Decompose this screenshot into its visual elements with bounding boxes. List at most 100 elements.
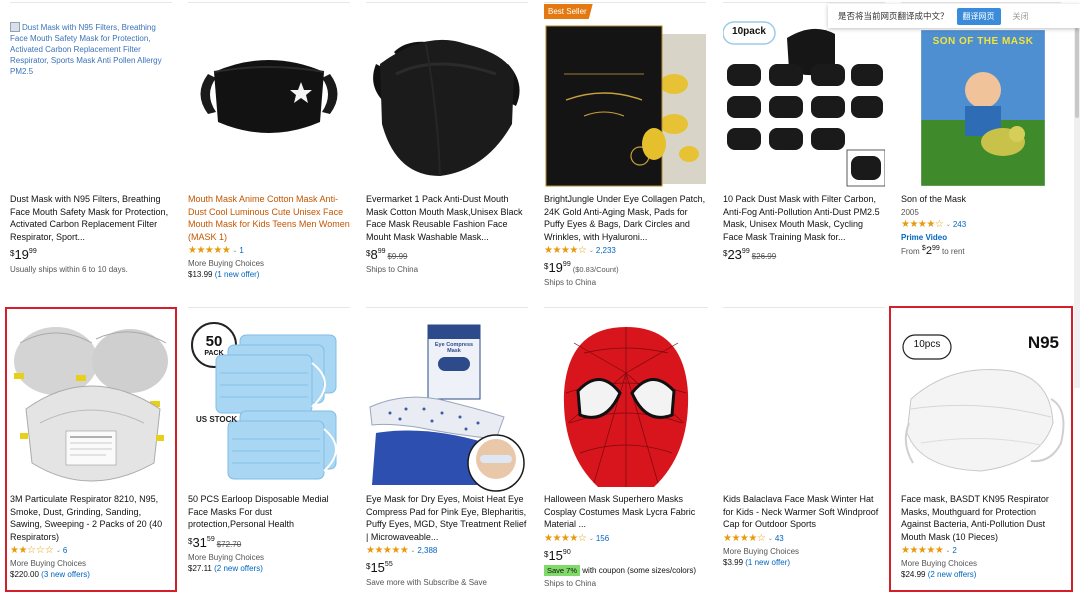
offer-link[interactable]: (2 new offers) xyxy=(214,564,263,573)
product-price: $3159$72.70 xyxy=(188,535,242,550)
chevron-down-icon: ⌄ xyxy=(588,248,594,254)
product-title[interactable]: Eye Mask for Dry Eyes, Moist Heat Eye Co… xyxy=(366,493,528,543)
product-price: $1999($0.83/Count) xyxy=(544,260,619,275)
offer-link[interactable]: (1 new offer) xyxy=(215,270,260,279)
divider xyxy=(10,2,172,3)
prime-video-label[interactable]: Prime Video xyxy=(901,233,1061,242)
divider xyxy=(544,2,706,3)
rating-count[interactable]: 156 xyxy=(596,534,609,543)
shipping-text: Usually ships within 6 to 10 days. xyxy=(10,265,128,274)
us-stock-label: US STOCK xyxy=(196,415,238,424)
product-image[interactable] xyxy=(188,4,350,190)
offer-line: $3.99 (1 new offer) xyxy=(723,558,885,567)
product-card[interactable]: Mouth Mask Anime Cotton Mask Anti-Dust C… xyxy=(188,0,350,300)
product-info: 50 PCS Earloop Disposable Medial Face Ma… xyxy=(188,493,350,573)
product-title[interactable]: Mouth Mask Anime Cotton Mask Anti-Dust C… xyxy=(188,193,350,243)
rating[interactable]: ★★★★★ ⌄ 1 xyxy=(188,245,350,256)
product-image[interactable]: 10pack xyxy=(723,4,885,190)
product-title[interactable]: 50 PCS Earloop Disposable Medial Face Ma… xyxy=(188,493,350,531)
rating[interactable]: ★★★★ ☆ ⌄ 2,233 xyxy=(544,245,706,256)
search-results-grid: Dust Mask with N95 Filters, Breathing Fa… xyxy=(0,0,1080,596)
offer-price: $13.99 xyxy=(188,270,213,279)
son-of-the-mask-poster-image xyxy=(921,30,1045,186)
translate-prompt: 是否将当前网页翻译成中文？ 翻译网页 关闭 xyxy=(828,4,1080,28)
eye-patch-box-image xyxy=(545,25,706,187)
product-image[interactable] xyxy=(366,4,528,190)
product-price: $1999 xyxy=(10,247,37,262)
product-info: Son of the Mask 2005 ★★★★ ☆ ⌄ 243 Prime Vid… xyxy=(901,193,1061,257)
divider xyxy=(723,307,885,308)
rating-count[interactable]: 2,388 xyxy=(417,546,437,555)
translate-button[interactable]: 翻译网页 xyxy=(956,7,1001,25)
product-card[interactable]: SON OF THE MASK Son of the Mask 2005 ★★★… xyxy=(901,0,1061,300)
chevron-down-icon: ⌄ xyxy=(945,221,951,228)
rating-count[interactable]: 1 xyxy=(239,246,243,255)
star-rating-icon: ★★★★★ xyxy=(366,545,409,556)
product-card[interactable]: Best Seller BrightJungle Under Eye Colla… xyxy=(544,0,706,300)
product-title[interactable]: Dust Mask with N95 Filters, Breathing Fa… xyxy=(10,193,172,243)
rating-count[interactable]: 2,233 xyxy=(596,246,616,255)
product-card[interactable]: 50 PACK US STOCK 50 PCS Earloop Disposab… xyxy=(188,305,350,596)
chevron-down-icon: ⌄ xyxy=(588,536,594,542)
product-card[interactable]: Dust Mask with N95 Filters, Breathing Fa… xyxy=(10,0,172,300)
scrollbar-thumb[interactable] xyxy=(1075,28,1079,118)
product-card[interactable]: Eye Compress Mask Eye Mask for Dry Eyes,… xyxy=(366,305,528,596)
product-title[interactable]: Kids Balaclava Face Mask Winter Hat for … xyxy=(723,493,885,531)
page-scrollbar[interactable] xyxy=(1074,28,1080,388)
product-info: Kids Balaclava Face Mask Winter Hat for … xyxy=(723,493,885,567)
black-cloth-mask-image xyxy=(373,39,520,177)
more-buying-choices: More Buying Choices xyxy=(188,553,265,562)
product-card[interactable]: Evermarket 1 Pack Anti-Dust Mouth Mask C… xyxy=(366,0,528,300)
rating-count[interactable]: 243 xyxy=(953,220,966,229)
shipping-text: Ships to China xyxy=(544,579,597,588)
product-image-blank[interactable] xyxy=(723,313,885,493)
product-card[interactable]: Kids Balaclava Face Mask Winter Hat for … xyxy=(723,305,885,596)
product-price: $1590 xyxy=(544,548,571,563)
divider xyxy=(366,2,528,3)
product-image[interactable]: 50 PACK US STOCK xyxy=(188,313,350,493)
product-info: Halloween Mask Superhero Masks Cosplay C… xyxy=(544,493,708,588)
product-title[interactable]: BrightJungle Under Eye Collagen Patch, 2… xyxy=(544,193,706,243)
divider xyxy=(366,307,528,308)
product-title[interactable]: 10 Pack Dust Mask with Filter Carbon, An… xyxy=(723,193,885,243)
rating[interactable]: ★★★★ ☆ ⌄ 43 xyxy=(723,533,885,544)
highlight-box xyxy=(5,307,177,592)
star-rating-icon: ★★★★ xyxy=(544,245,578,256)
close-translate-button[interactable]: 关闭 xyxy=(1013,11,1029,22)
product-image-broken[interactable]: Dust Mask with N95 Filters, Breathing Fa… xyxy=(10,4,172,190)
product-title[interactable]: Halloween Mask Superhero Masks Cosplay C… xyxy=(544,493,708,531)
product-title[interactable]: Evermarket 1 Pack Anti-Dust Mouth Mask C… xyxy=(366,193,528,243)
translate-prompt-text: 是否将当前网页翻译成中文？ xyxy=(838,11,949,21)
offer-price: $3.99 xyxy=(723,558,744,567)
product-image[interactable] xyxy=(544,313,708,493)
eye-compress-mask-image xyxy=(369,324,525,492)
product-price: $899$9.99 xyxy=(366,247,408,262)
divider xyxy=(188,2,350,3)
half-star-icon: ☆ xyxy=(577,245,587,256)
product-card[interactable]: 10pack 10 Pack Dust Mask with Filter Car… xyxy=(723,0,885,300)
offer-line: $13.99 (1 new offer) xyxy=(188,270,350,279)
product-image[interactable]: Eye Compress Mask xyxy=(366,313,528,493)
rating[interactable]: ★★★★★ ⌄ 2,388 xyxy=(366,545,528,556)
results-row-1: Dust Mask with N95 Filters, Breathing Fa… xyxy=(0,0,1080,300)
product-image[interactable]: Best Seller xyxy=(544,4,706,190)
product-info: BrightJungle Under Eye Collagen Patch, 2… xyxy=(544,193,706,287)
product-title[interactable]: Son of the Mask xyxy=(901,193,1061,206)
offer-link[interactable]: (1 new offer) xyxy=(745,558,790,567)
product-info: Mouth Mask Anime Cotton Mask Anti-Dust C… xyxy=(188,193,350,279)
coupon-line: Save 7% with coupon (some sizes/colors) xyxy=(544,565,708,576)
shipping-text: Ships to China xyxy=(366,265,419,274)
box-label: Eye Compress Mask xyxy=(434,342,474,354)
rating[interactable]: ★★★★ ☆ ⌄ 156 xyxy=(544,533,708,544)
release-year: 2005 xyxy=(901,207,919,217)
movie-poster[interactable]: SON OF THE MASK xyxy=(921,30,1045,186)
product-info: 10 Pack Dust Mask with Filter Carbon, An… xyxy=(723,193,885,262)
spiderman-mask-image xyxy=(563,327,689,487)
save-coupon-badge[interactable]: Save 7% xyxy=(544,565,581,576)
product-card[interactable]: Halloween Mask Superhero Masks Cosplay C… xyxy=(544,305,708,596)
chevron-down-icon: ⌄ xyxy=(232,248,238,254)
pack-word: PACK xyxy=(204,350,224,357)
more-buying-choices: More Buying Choices xyxy=(188,259,265,268)
rating-count[interactable]: 43 xyxy=(775,534,784,543)
rating[interactable]: ★★★★ ☆ ⌄ 243 xyxy=(901,219,1061,230)
